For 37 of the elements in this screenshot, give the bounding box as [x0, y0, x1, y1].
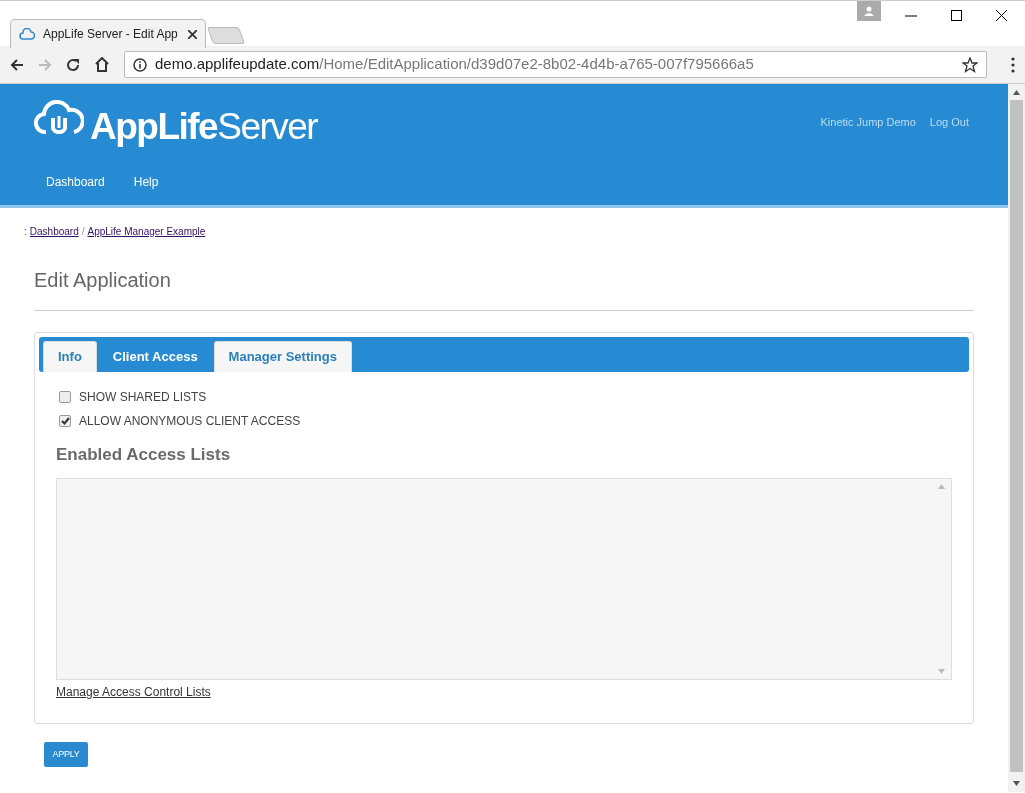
tab[interactable]: Info [43, 341, 97, 372]
info-icon [133, 57, 147, 72]
star-icon[interactable] [962, 56, 978, 73]
breadcrumb-link[interactable]: AppLife Manager Example [87, 224, 206, 239]
breadcrumb-prefix: : [24, 225, 27, 239]
scroll-up-icon[interactable] [1013, 90, 1020, 95]
cloud-icon [19, 28, 35, 40]
url-text: demo.applifeupdate.com/Home/EditApplication/d39d07e2-8b02-4d4b-a765-007f795666a5 [155, 54, 754, 75]
checkbox[interactable] [59, 391, 71, 403]
cloud-logo-icon [34, 100, 84, 136]
section-heading: Enabled Access Lists [56, 444, 232, 466]
tab-title: AppLife Server - Edit App [43, 26, 178, 43]
scroll-down-icon[interactable] [1013, 781, 1020, 786]
close-icon[interactable] [996, 10, 1007, 21]
close-icon[interactable] [188, 29, 197, 39]
nav-link[interactable]: Help [133, 173, 159, 191]
breadcrumb-separator: / [81, 225, 85, 239]
manage-access-link[interactable]: Manage Access Control Lists [56, 682, 211, 701]
checkbox[interactable] [59, 415, 71, 427]
home-icon[interactable] [94, 57, 110, 72]
scrollbar[interactable] [1008, 84, 1025, 792]
header-link[interactable]: Log Out [929, 114, 969, 131]
browser-tab[interactable]: AppLife Server - Edit App [10, 19, 206, 48]
breadcrumb-link[interactable]: Dashboard [29, 224, 79, 239]
page-title: Edit Application [34, 268, 172, 293]
checkbox-label: ALLOW ANONYMOUS CLIENT ACCESS [79, 413, 301, 430]
address-bar[interactable]: demo.applifeupdate.com/Home/EditApplication/d39d07e2-8b02-4d4b-a765-007f795666a5 [124, 51, 987, 78]
apply-button[interactable]: APPLY [44, 742, 88, 767]
tab[interactable]: Manager Settings [213, 341, 352, 372]
reload-icon[interactable] [66, 57, 80, 72]
header-link[interactable]: Kinetic Jump Demo [820, 114, 916, 131]
back-icon[interactable] [10, 57, 24, 72]
checkbox-label: SHOW SHARED LISTS [79, 389, 207, 406]
logo-text: AppLifeServer [90, 108, 318, 145]
menu-icon[interactable] [1011, 56, 1015, 73]
nav-link[interactable]: Dashboard [46, 173, 105, 191]
maximize-icon[interactable] [951, 10, 962, 21]
